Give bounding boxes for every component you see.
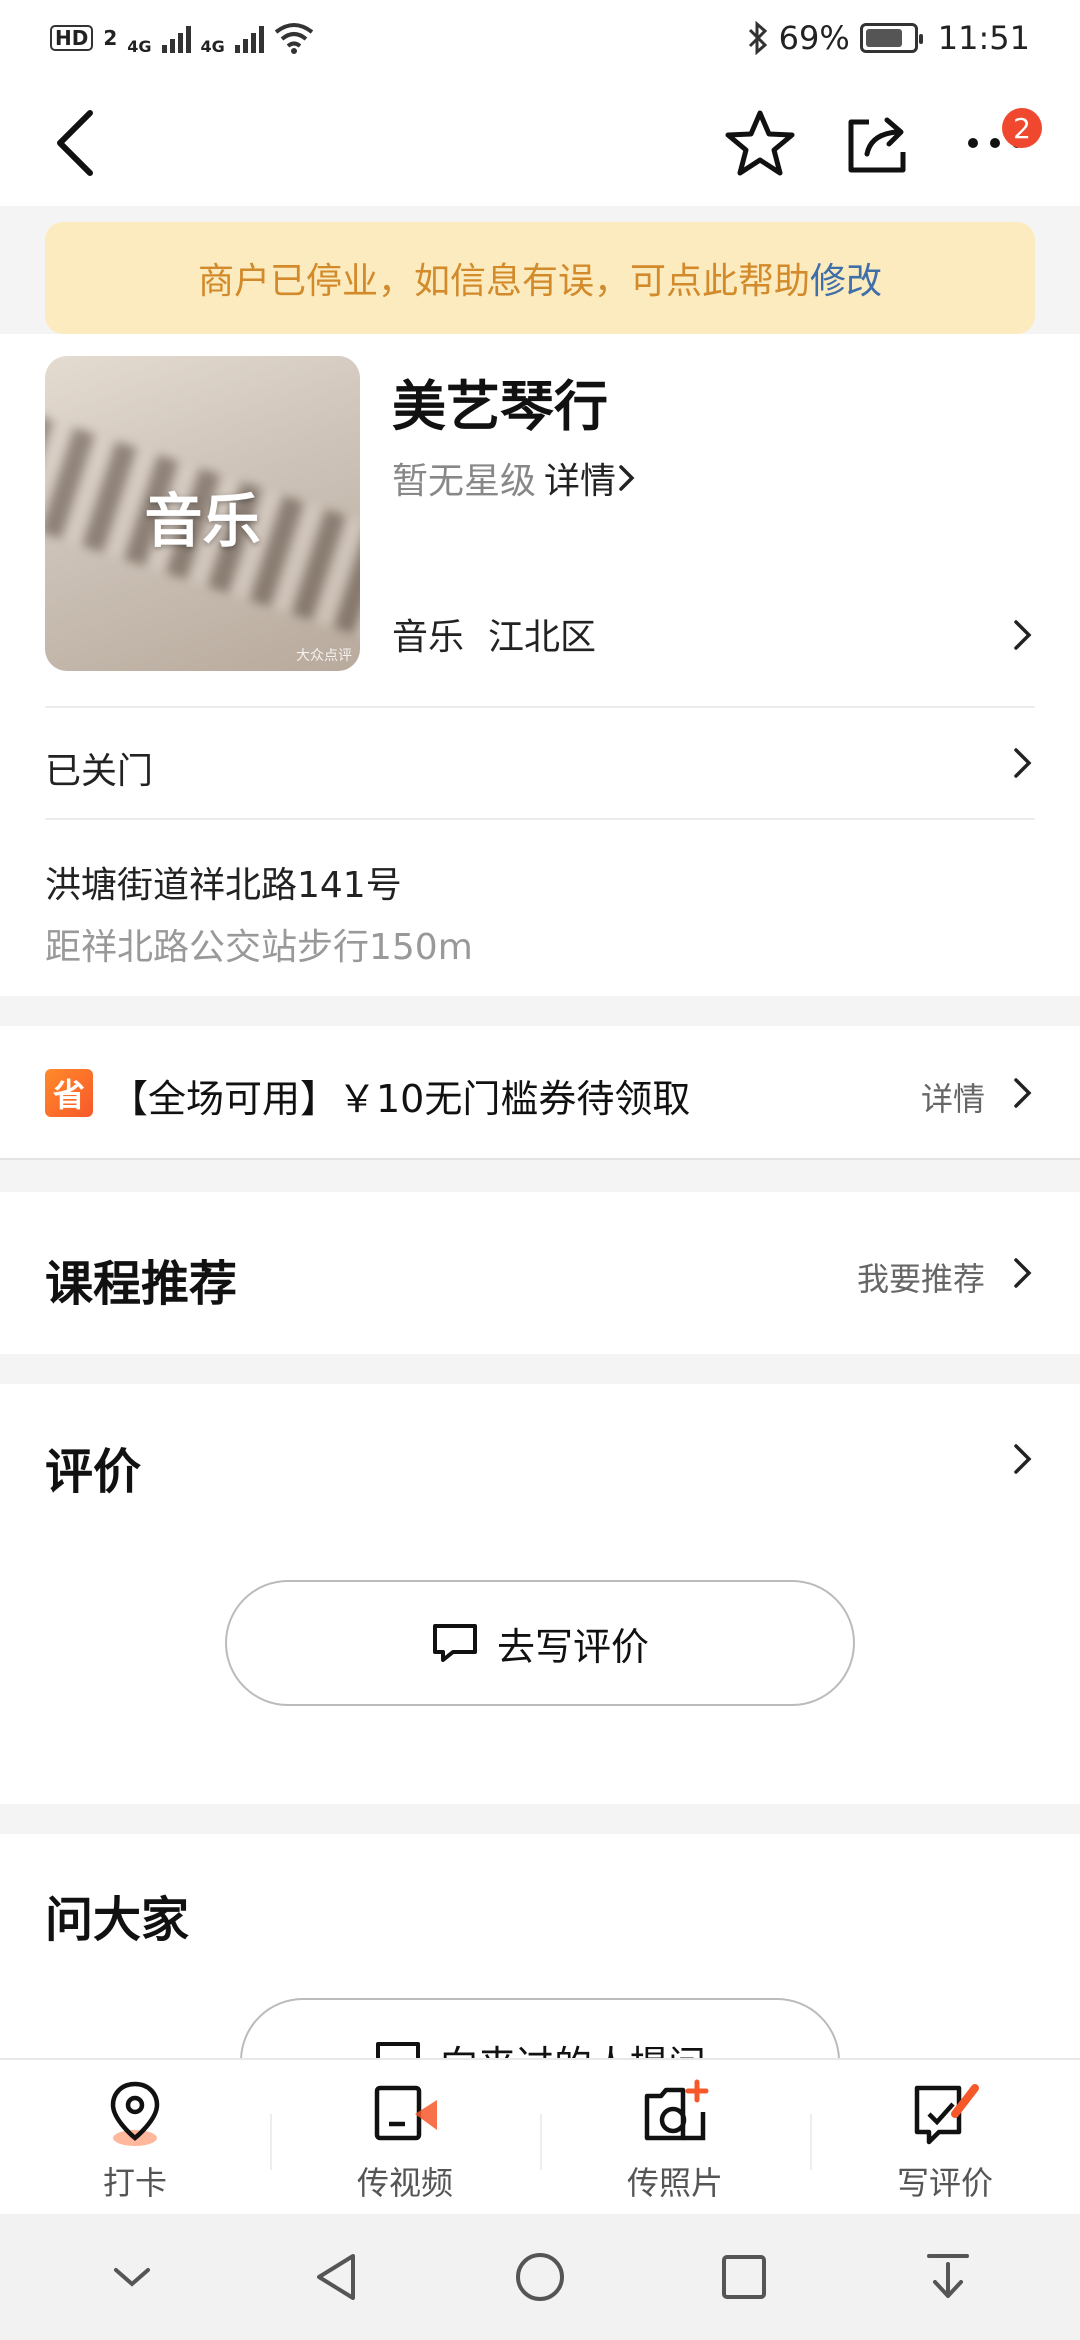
coupon-tag-icon: 省 [45,1069,93,1117]
system-recents-button[interactable] [709,2242,779,2312]
chevron-down-icon [114,2268,150,2287]
recommend-link[interactable]: 我要推荐 [857,1254,985,1300]
back-button[interactable] [30,98,120,188]
status-left: HD 2 4G 4G [50,21,314,56]
shop-address[interactable]: 洪塘街道祥北路141号 [45,856,402,908]
chevron-right-icon [619,465,635,491]
business-status[interactable]: 已关门 [45,742,153,794]
star-icon [725,110,795,176]
notification-pull-button[interactable] [913,2242,983,2312]
section-title: 课程推荐 [45,1256,238,1312]
status-bar: HD 2 4G 4G 69% 11:51 [0,0,1080,76]
rating-text: 暂无星级 [392,461,537,502]
chevron-right-icon[interactable] [1011,746,1035,780]
favorite-button[interactable] [715,98,805,188]
divider [45,706,1035,708]
pull-down-icon [927,2254,969,2298]
notice-text: 商户已停业，如信息有误，可点此帮助 [197,261,810,302]
upload-video-icon [374,2085,437,2141]
coupon-detail-link[interactable]: 详情 [921,1074,985,1120]
chevron-right-icon[interactable] [1011,1442,1035,1476]
notice-edit-link[interactable]: 修改 [810,252,882,304]
ask-question-button[interactable]: 向来过的人提问 [240,1998,840,2058]
system-home-button[interactable] [505,2242,575,2312]
rating-row[interactable]: 暂无星级 详情 [392,452,638,504]
bluetooth-icon [748,21,767,55]
signal-icon [234,23,264,53]
battery-percent: 69% [778,19,850,57]
share-button[interactable] [833,98,923,188]
section-title: 问大家 [45,1892,190,1948]
system-back-button[interactable] [301,2242,371,2312]
circle-home-icon [516,2253,564,2301]
tab-label: 写评价 [896,2164,993,2202]
bottom-action-bar: 打卡 传视频 传照片 写评价 [0,2058,1080,2214]
comment-icon [432,1624,477,1662]
chevron-right-icon [1014,1078,1032,1108]
coupon-text: 【全场可用】￥10无门槛券待领取 [110,1077,691,1121]
upload-photo-tab[interactable]: 传照片 [540,2060,810,2214]
write-review-tab[interactable]: 写评价 [810,2060,1080,2214]
share-icon [848,117,906,173]
back-arrow-icon [57,110,93,176]
course-recommend-section: 课程推荐 我要推荐 [0,1192,1080,1354]
divider [45,818,1035,820]
ask-section: 问大家 向来过的人提问 [0,1834,1080,2058]
hd-indicator: HD [50,25,94,51]
shop-district: 江北区 [488,617,597,658]
shop-category: 音乐 [392,617,465,658]
wifi-icon [274,23,314,54]
signal-icon [161,23,191,53]
square-recents-icon [722,2255,766,2299]
location-pin-icon [110,2081,160,2146]
status-right: 69% 11:51 [747,19,1030,57]
upload-video-tab[interactable]: 传视频 [270,2060,540,2214]
write-review-button[interactable]: 去写评价 [225,1580,855,1706]
shop-thumbnail[interactable]: 音乐 大众点评 [45,356,360,671]
reviews-section: 评价 去写评价 [0,1384,1080,1804]
comment-icon [375,2042,420,2058]
tab-label: 传照片 [626,2164,723,2202]
notification-badge: 2 [1002,108,1042,148]
thumbnail-watermark: 大众点评 [296,648,352,664]
rating-detail-link[interactable]: 详情 [544,452,616,504]
shop-distance: 距祥北路公交站步行150m [45,927,473,968]
battery-icon [859,23,923,53]
top-nav-bar: 2 [0,76,1080,206]
category-district-row[interactable]: 音乐 江北区 [392,608,596,660]
shop-info-card: 音乐 大众点评 美艺琴行 暂无星级 详情 音乐 江北区 已关门 洪塘街道祥北路1… [0,334,1080,996]
tab-label: 传视频 [356,2164,453,2202]
ask-question-label: 向来过的人提问 [440,2034,706,2059]
closed-notice-banner[interactable]: 商户已停业，如信息有误，可点此帮助 修改 [45,222,1035,334]
network-type-2: 4G [200,36,225,56]
collapse-button[interactable] [97,2242,167,2312]
checkin-tab[interactable]: 打卡 [0,2060,270,2214]
triangle-back-icon [317,2254,355,2300]
system-nav-bar [0,2214,1080,2340]
network-type-1: 4G [127,36,152,56]
thumbnail-category-label: 音乐 [144,487,261,555]
clock: 11:51 [937,19,1030,57]
upload-photo-icon [644,2079,709,2141]
coupon-row[interactable]: 省 【全场可用】￥10无门槛券待领取 详情 [0,1026,1080,1160]
more-button[interactable]: 2 [950,98,1042,188]
section-title: 评价 [45,1444,142,1500]
chevron-right-icon[interactable] [1011,618,1035,652]
shop-name: 美艺琴行 [392,375,608,438]
chevron-right-icon[interactable] [1011,1256,1035,1290]
tab-label: 打卡 [102,2164,167,2202]
write-review-icon [914,2084,979,2145]
sim-indicator: 2 [103,26,118,50]
write-review-label: 去写评价 [496,1624,649,1669]
